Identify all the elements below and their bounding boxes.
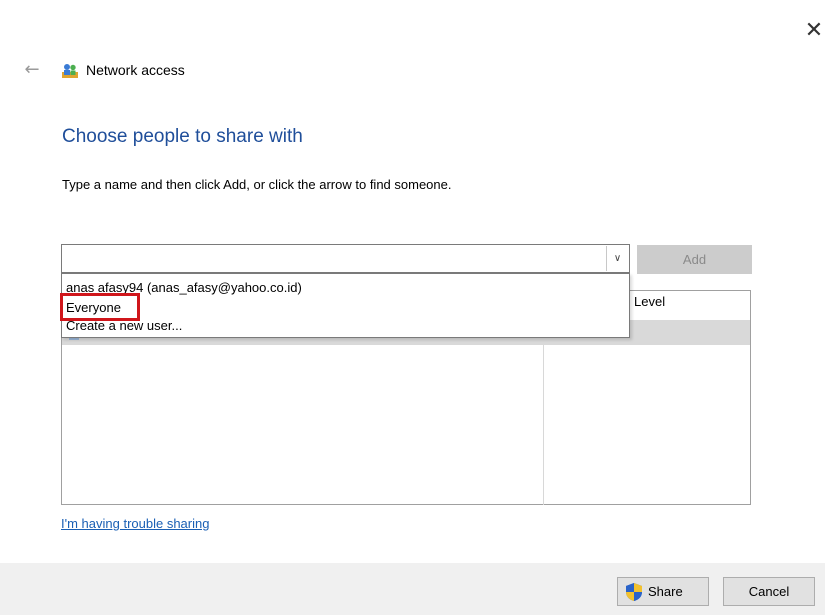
trouble-sharing-link[interactable]: I'm having trouble sharing [61, 516, 209, 531]
permission-level-header[interactable]: Level [634, 294, 665, 309]
people-dropdown-list[interactable]: anas afasy94 (anas_afasy@yahoo.co.id) Ev… [61, 273, 630, 338]
window-title: Network access [86, 62, 185, 78]
dropdown-arrow-button[interactable]: ∨ [606, 246, 628, 271]
name-combobox-input[interactable] [61, 244, 630, 273]
back-arrow-icon: ← [24, 59, 40, 80]
cancel-button[interactable]: Cancel [723, 577, 815, 606]
uac-shield-icon [626, 583, 642, 601]
add-button[interactable]: Add [637, 245, 752, 274]
chevron-down-icon: ∨ [613, 253, 622, 264]
back-button[interactable]: ← [22, 60, 42, 80]
network-people-icon [62, 64, 78, 78]
close-button[interactable]: ✕ [803, 20, 825, 42]
page-heading: Choose people to share with [62, 126, 303, 147]
close-icon: ✕ [804, 18, 824, 43]
highlight-annotation-box [60, 293, 140, 321]
instruction-text: Type a name and then click Add, or click… [62, 177, 452, 192]
share-button[interactable]: Share [617, 577, 709, 606]
share-label: Share [648, 584, 683, 599]
